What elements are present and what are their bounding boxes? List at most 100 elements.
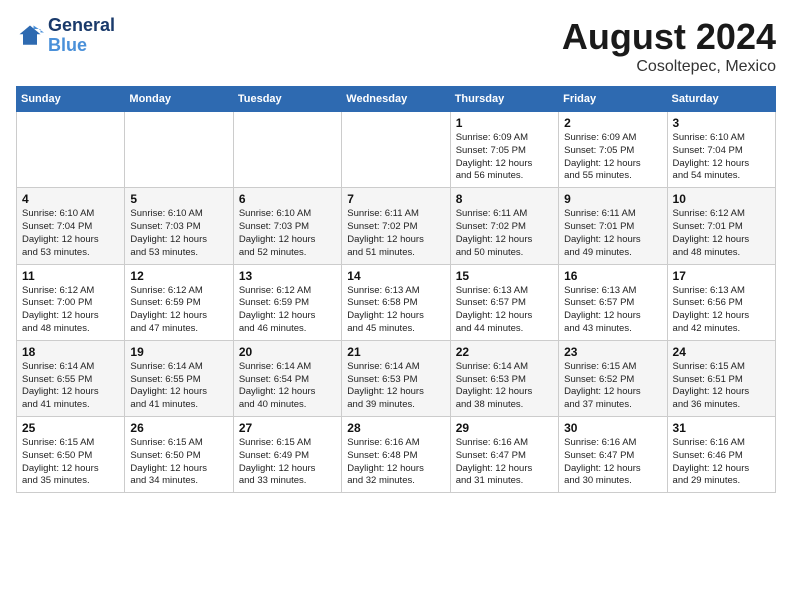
day-info: Sunrise: 6:16 AM Sunset: 6:46 PM Dayligh… xyxy=(673,437,770,488)
calendar-cell: 28 Sunrise: 6:16 AM Sunset: 6:48 PM Dayli… xyxy=(342,417,450,493)
day-number: 15 xyxy=(456,269,553,283)
day-number: 27 xyxy=(239,421,336,435)
calendar-cell: 23 Sunrise: 6:15 AM Sunset: 6:52 PM Dayli… xyxy=(559,340,667,416)
calendar-week-row: 4 Sunrise: 6:10 AM Sunset: 7:04 PM Daylig… xyxy=(17,188,776,264)
day-number: 23 xyxy=(564,345,661,359)
calendar-cell: 5 Sunrise: 6:10 AM Sunset: 7:03 PM Daylig… xyxy=(125,188,233,264)
day-number: 22 xyxy=(456,345,553,359)
day-number: 16 xyxy=(564,269,661,283)
day-number: 12 xyxy=(130,269,227,283)
day-number: 30 xyxy=(564,421,661,435)
day-number: 11 xyxy=(22,269,119,283)
day-info: Sunrise: 6:13 AM Sunset: 6:57 PM Dayligh… xyxy=(456,285,553,336)
day-number: 6 xyxy=(239,192,336,206)
calendar-cell: 24 Sunrise: 6:15 AM Sunset: 6:51 PM Dayli… xyxy=(667,340,775,416)
calendar-cell: 10Sunrise: 6:12 AM Sunset: 7:01 PM Dayli… xyxy=(667,188,775,264)
calendar-cell: 22 Sunrise: 6:14 AM Sunset: 6:53 PM Dayli… xyxy=(450,340,558,416)
day-number: 2 xyxy=(564,116,661,130)
day-info: Sunrise: 6:12 AM Sunset: 7:01 PM Dayligh… xyxy=(673,208,770,259)
day-info: Sunrise: 6:14 AM Sunset: 6:53 PM Dayligh… xyxy=(456,361,553,412)
day-number: 19 xyxy=(130,345,227,359)
calendar-cell: 31Sunrise: 6:16 AM Sunset: 6:46 PM Dayli… xyxy=(667,417,775,493)
day-number: 17 xyxy=(673,269,770,283)
calendar-week-row: 18 Sunrise: 6:14 AM Sunset: 6:55 PM Dayli… xyxy=(17,340,776,416)
day-info: Sunrise: 6:11 AM Sunset: 7:02 PM Dayligh… xyxy=(456,208,553,259)
day-number: 3 xyxy=(673,116,770,130)
day-info: Sunrise: 6:14 AM Sunset: 6:55 PM Dayligh… xyxy=(130,361,227,412)
day-info: Sunrise: 6:15 AM Sunset: 6:51 PM Dayligh… xyxy=(673,361,770,412)
calendar-cell: 15 Sunrise: 6:13 AM Sunset: 6:57 PM Dayli… xyxy=(450,264,558,340)
calendar-cell: 25Sunrise: 6:15 AM Sunset: 6:50 PM Dayli… xyxy=(17,417,125,493)
day-info: Sunrise: 6:11 AM Sunset: 7:01 PM Dayligh… xyxy=(564,208,661,259)
day-number: 20 xyxy=(239,345,336,359)
calendar-cell: 29Sunrise: 6:16 AM Sunset: 6:47 PM Dayli… xyxy=(450,417,558,493)
day-number: 13 xyxy=(239,269,336,283)
calendar-cell: 9 Sunrise: 6:11 AM Sunset: 7:01 PM Daylig… xyxy=(559,188,667,264)
day-number: 14 xyxy=(347,269,444,283)
day-info: Sunrise: 6:15 AM Sunset: 6:50 PM Dayligh… xyxy=(130,437,227,488)
day-number: 8 xyxy=(456,192,553,206)
day-number: 24 xyxy=(673,345,770,359)
day-info: Sunrise: 6:13 AM Sunset: 6:58 PM Dayligh… xyxy=(347,285,444,336)
calendar-cell xyxy=(233,112,341,188)
calendar-cell: 13 Sunrise: 6:12 AM Sunset: 6:59 PM Dayli… xyxy=(233,264,341,340)
day-info: Sunrise: 6:15 AM Sunset: 6:50 PM Dayligh… xyxy=(22,437,119,488)
day-info: Sunrise: 6:10 AM Sunset: 7:03 PM Dayligh… xyxy=(239,208,336,259)
day-number: 18 xyxy=(22,345,119,359)
day-info: Sunrise: 6:16 AM Sunset: 6:48 PM Dayligh… xyxy=(347,437,444,488)
calendar-cell: 27 Sunrise: 6:15 AM Sunset: 6:49 PM Dayli… xyxy=(233,417,341,493)
day-number: 29 xyxy=(456,421,553,435)
calendar-cell: 26Sunrise: 6:15 AM Sunset: 6:50 PM Dayli… xyxy=(125,417,233,493)
day-info: Sunrise: 6:15 AM Sunset: 6:52 PM Dayligh… xyxy=(564,361,661,412)
calendar-cell: 12 Sunrise: 6:12 AM Sunset: 6:59 PM Dayli… xyxy=(125,264,233,340)
subtitle: Cosoltepec, Mexico xyxy=(562,58,776,76)
calendar-week-row: 1 Sunrise: 6:09 AM Sunset: 7:05 PM Daylig… xyxy=(17,112,776,188)
calendar-cell: 11Sunrise: 6:12 AM Sunset: 7:00 PM Dayli… xyxy=(17,264,125,340)
calendar-header-saturday: Saturday xyxy=(667,87,775,112)
logo-text: GeneralBlue xyxy=(48,16,115,56)
day-number: 7 xyxy=(347,192,444,206)
day-info: Sunrise: 6:13 AM Sunset: 6:56 PM Dayligh… xyxy=(673,285,770,336)
calendar-cell: 16 Sunrise: 6:13 AM Sunset: 6:57 PM Dayli… xyxy=(559,264,667,340)
calendar-cell: 18 Sunrise: 6:14 AM Sunset: 6:55 PM Dayli… xyxy=(17,340,125,416)
day-info: Sunrise: 6:14 AM Sunset: 6:53 PM Dayligh… xyxy=(347,361,444,412)
calendar-header-friday: Friday xyxy=(559,87,667,112)
calendar-cell xyxy=(342,112,450,188)
day-info: Sunrise: 6:12 AM Sunset: 6:59 PM Dayligh… xyxy=(130,285,227,336)
calendar-cell: 2 Sunrise: 6:09 AM Sunset: 7:05 PM Daylig… xyxy=(559,112,667,188)
day-info: Sunrise: 6:13 AM Sunset: 6:57 PM Dayligh… xyxy=(564,285,661,336)
calendar-header-thursday: Thursday xyxy=(450,87,558,112)
calendar-header-wednesday: Wednesday xyxy=(342,87,450,112)
calendar-header-monday: Monday xyxy=(125,87,233,112)
calendar-cell: 1 Sunrise: 6:09 AM Sunset: 7:05 PM Daylig… xyxy=(450,112,558,188)
day-number: 9 xyxy=(564,192,661,206)
day-number: 1 xyxy=(456,116,553,130)
calendar-cell: 21 Sunrise: 6:14 AM Sunset: 6:53 PM Dayli… xyxy=(342,340,450,416)
calendar-cell xyxy=(125,112,233,188)
calendar-cell: 3Sunrise: 6:10 AM Sunset: 7:04 PM Daylig… xyxy=(667,112,775,188)
page-header: GeneralBlue August 2024 Cosoltepec, Mexi… xyxy=(16,16,776,76)
calendar-week-row: 11Sunrise: 6:12 AM Sunset: 7:00 PM Dayli… xyxy=(17,264,776,340)
day-info: Sunrise: 6:10 AM Sunset: 7:03 PM Dayligh… xyxy=(130,208,227,259)
day-number: 28 xyxy=(347,421,444,435)
calendar-cell: 6 Sunrise: 6:10 AM Sunset: 7:03 PM Daylig… xyxy=(233,188,341,264)
day-info: Sunrise: 6:14 AM Sunset: 6:54 PM Dayligh… xyxy=(239,361,336,412)
day-info: Sunrise: 6:15 AM Sunset: 6:49 PM Dayligh… xyxy=(239,437,336,488)
day-info: Sunrise: 6:10 AM Sunset: 7:04 PM Dayligh… xyxy=(22,208,119,259)
day-number: 21 xyxy=(347,345,444,359)
day-info: Sunrise: 6:12 AM Sunset: 6:59 PM Dayligh… xyxy=(239,285,336,336)
day-info: Sunrise: 6:11 AM Sunset: 7:02 PM Dayligh… xyxy=(347,208,444,259)
day-number: 4 xyxy=(22,192,119,206)
calendar-cell: 19 Sunrise: 6:14 AM Sunset: 6:55 PM Dayli… xyxy=(125,340,233,416)
day-info: Sunrise: 6:09 AM Sunset: 7:05 PM Dayligh… xyxy=(456,132,553,183)
calendar-cell: 14 Sunrise: 6:13 AM Sunset: 6:58 PM Dayli… xyxy=(342,264,450,340)
day-number: 5 xyxy=(130,192,227,206)
day-info: Sunrise: 6:09 AM Sunset: 7:05 PM Dayligh… xyxy=(564,132,661,183)
day-info: Sunrise: 6:16 AM Sunset: 6:47 PM Dayligh… xyxy=(564,437,661,488)
calendar-cell xyxy=(17,112,125,188)
calendar-header-row: SundayMondayTuesdayWednesdayThursdayFrid… xyxy=(17,87,776,112)
calendar-week-row: 25Sunrise: 6:15 AM Sunset: 6:50 PM Dayli… xyxy=(17,417,776,493)
main-title: August 2024 xyxy=(562,16,776,58)
day-info: Sunrise: 6:14 AM Sunset: 6:55 PM Dayligh… xyxy=(22,361,119,412)
calendar-table: SundayMondayTuesdayWednesdayThursdayFrid… xyxy=(16,86,776,493)
